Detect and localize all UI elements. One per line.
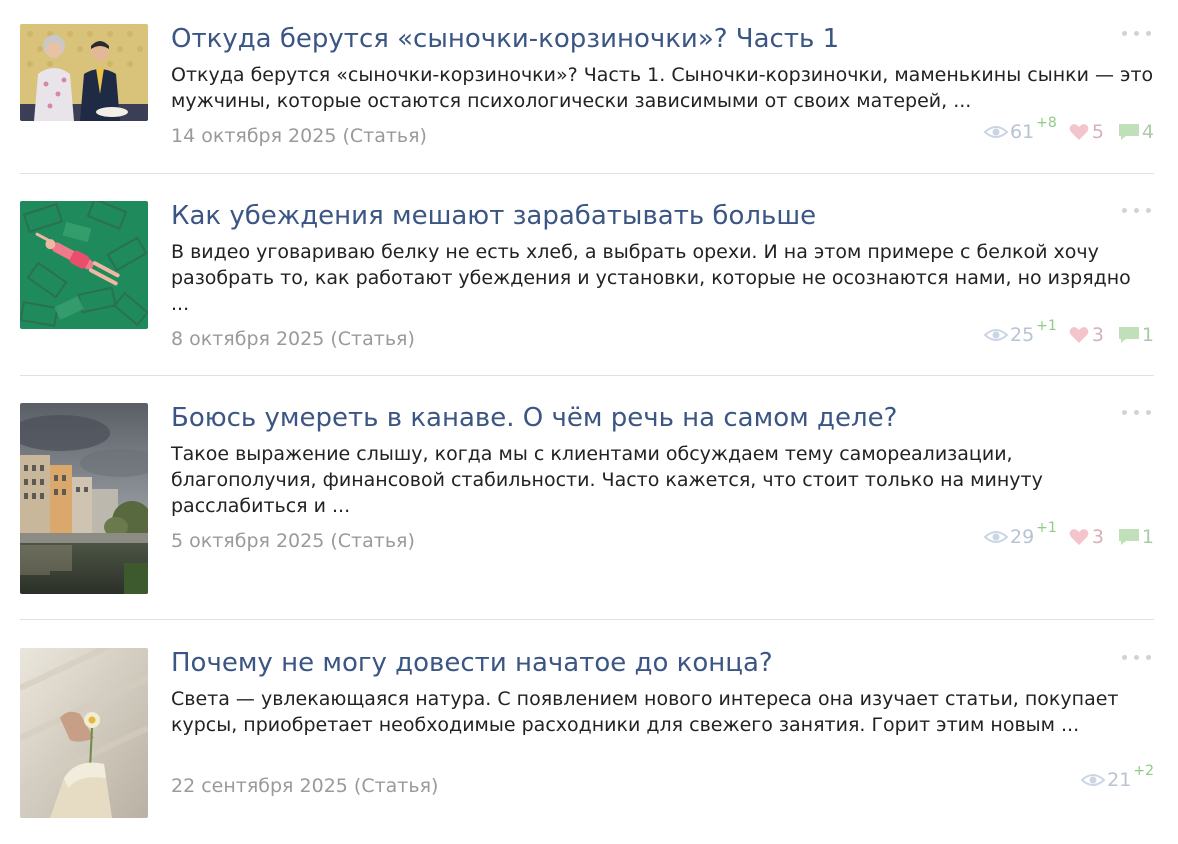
article-thumbnail[interactable]: [20, 24, 148, 121]
more-dots-icon: [1134, 655, 1139, 660]
comments-count: 1: [1141, 324, 1154, 346]
views-delta: +1: [1036, 520, 1057, 536]
more-dots-icon: [1146, 655, 1151, 660]
article-title[interactable]: Как убеждения мешают зарабатывать больше: [171, 201, 1094, 231]
more-dots-icon: [1134, 31, 1139, 36]
likes-stat[interactable]: 3: [1069, 323, 1104, 347]
thumbnail-image: [20, 24, 148, 121]
article-title[interactable]: Откуда берутся «сыночки-корзиночки»? Час…: [171, 24, 1094, 54]
article-excerpt: Откуда берутся «сыночки-корзиночки»? Час…: [171, 64, 1154, 112]
views-count: 29: [1009, 526, 1035, 548]
more-dots-icon: [1146, 208, 1151, 213]
comment-icon: [1118, 529, 1139, 545]
article-title[interactable]: Боюсь умереть в канаве. О чём речь на са…: [171, 403, 1094, 433]
views-count: 61: [1009, 121, 1035, 143]
more-options-button[interactable]: [1122, 26, 1154, 40]
views-delta: +2: [1133, 763, 1154, 779]
article-card: Почему не могу довести начатое до конца?…: [20, 648, 1154, 828]
article-stats: 21 +2: [1081, 763, 1154, 792]
more-dots-icon: [1122, 208, 1127, 213]
article-stats: 29 +1 3 1: [983, 520, 1154, 549]
views-stat: 21 +2: [1081, 763, 1154, 792]
article-card: Откуда берутся «сыночки-корзиночки»? Час…: [20, 24, 1154, 174]
likes-count: 5: [1091, 121, 1104, 143]
eye-icon: [1081, 774, 1106, 786]
article-meta: 8 октября 2025 (Статья): [171, 327, 415, 351]
likes-stat[interactable]: 3: [1069, 525, 1104, 549]
comments-count: 4: [1141, 121, 1154, 143]
heart-icon: [1069, 529, 1089, 545]
thumbnail-image: [20, 201, 148, 329]
comment-icon: [1118, 327, 1139, 343]
heart-icon: [1069, 327, 1089, 343]
more-options-button[interactable]: [1122, 405, 1154, 419]
article-feed: Откуда берутся «сыночки-корзиночки»? Час…: [0, 0, 1178, 844]
more-dots-icon: [1146, 410, 1151, 415]
article-meta: 14 октября 2025 (Статья): [171, 124, 427, 148]
heart-icon: [1069, 124, 1089, 140]
more-dots-icon: [1146, 31, 1151, 36]
article-type: (Статья): [353, 775, 439, 797]
comments-stat[interactable]: 1: [1118, 323, 1154, 347]
more-options-button[interactable]: [1122, 203, 1154, 217]
eye-icon: [983, 531, 1008, 543]
article-thumbnail[interactable]: [20, 201, 148, 329]
views-delta: +1: [1036, 318, 1057, 334]
more-dots-icon: [1122, 31, 1127, 36]
more-dots-icon: [1134, 410, 1139, 415]
more-dots-icon: [1122, 655, 1127, 660]
article-card: Как убеждения мешают зарабатывать больше…: [20, 201, 1154, 376]
article-stats: 61 +8 5 4: [983, 115, 1154, 144]
likes-stat[interactable]: 5: [1069, 120, 1104, 144]
views-count: 21: [1107, 769, 1132, 791]
views-stat: 25 +1: [983, 318, 1057, 347]
article-type: (Статья): [330, 328, 415, 350]
article-date: 8 октября 2025: [171, 328, 325, 350]
views-delta: +8: [1036, 115, 1057, 131]
article-thumbnail[interactable]: [20, 403, 148, 594]
views-stat: 61 +8: [983, 115, 1057, 144]
more-dots-icon: [1122, 410, 1127, 415]
more-options-button[interactable]: [1122, 650, 1154, 664]
article-type: (Статья): [330, 530, 415, 552]
views-count: 25: [1009, 324, 1035, 346]
article-meta: 5 октября 2025 (Статья): [171, 529, 415, 553]
thumbnail-image: [20, 403, 148, 594]
more-dots-icon: [1134, 208, 1139, 213]
article-excerpt: Света — увлекающаяся натура. С появление…: [171, 688, 1119, 736]
eye-icon: [983, 126, 1008, 138]
article-date: 22 сентября 2025: [171, 775, 348, 797]
likes-count: 3: [1091, 324, 1104, 346]
article-type: (Статья): [342, 125, 427, 147]
article-thumbnail[interactable]: [20, 648, 148, 818]
views-stat: 29 +1: [983, 520, 1057, 549]
article-excerpt: Такое выражение слышу, когда мы с клиент…: [171, 443, 1043, 517]
article-meta: 22 сентября 2025 (Статья): [171, 774, 438, 798]
comments-count: 1: [1141, 526, 1154, 548]
article-stats: 25 +1 3 1: [983, 318, 1154, 347]
likes-count: 3: [1091, 526, 1104, 548]
article-date: 14 октября 2025: [171, 125, 337, 147]
comment-icon: [1118, 124, 1139, 140]
article-card: Боюсь умереть в канаве. О чём речь на са…: [20, 403, 1154, 620]
comments-stat[interactable]: 4: [1118, 120, 1154, 144]
article-excerpt: В видео уговариваю белку не есть хлеб, а…: [171, 241, 1131, 315]
article-date: 5 октября 2025: [171, 530, 325, 552]
thumbnail-image: [20, 648, 148, 818]
article-title[interactable]: Почему не могу довести начатое до конца?: [171, 648, 1094, 678]
comments-stat[interactable]: 1: [1118, 525, 1154, 549]
eye-icon: [983, 329, 1008, 341]
